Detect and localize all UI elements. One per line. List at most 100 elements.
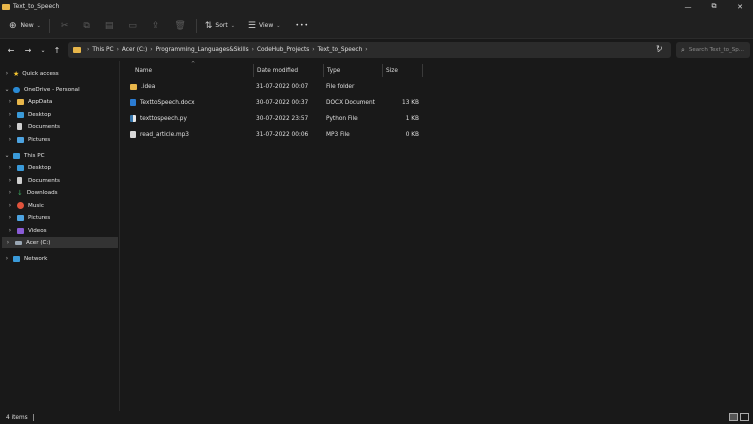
chevron-down-icon: ⌄ [230, 22, 235, 29]
breadcrumb-this-pc[interactable]: This PC [92, 47, 113, 53]
table-row[interactable]: .idea 31-07-2022 00:07 File folder [127, 80, 427, 93]
new-button[interactable]: ⊕ New ⌄ [9, 17, 41, 35]
table-row[interactable]: TexttoSpeech.docx 30-07-2022 00:37 DOCX … [127, 96, 427, 109]
delete-button[interactable]: 🗑 [174, 17, 185, 35]
sidebar-item-videos[interactable]: › Videos [4, 225, 47, 236]
address-bar[interactable]: › This PC › Acer (C:) › Programming_Lang… [68, 42, 671, 58]
breadcrumb-chevron-icon[interactable]: › [252, 47, 254, 53]
copy-button[interactable]: ⧉ [83, 17, 89, 35]
paste-button[interactable]: ▤ [105, 17, 114, 35]
chevron-down-icon[interactable]: ⌄ [4, 152, 10, 159]
sidebar-item-acer-c[interactable]: › Acer (C:) [2, 237, 118, 248]
column-header-date[interactable]: Date modified [257, 65, 298, 77]
breadcrumb-text-to-speech[interactable]: Text_to_Speech [318, 47, 363, 53]
chevron-right-icon[interactable]: › [7, 111, 13, 118]
chevron-right-icon[interactable]: › [7, 98, 13, 105]
chevron-right-icon[interactable]: › [7, 202, 13, 209]
file-name: .idea [141, 83, 156, 90]
share-button[interactable]: ⇪ [152, 17, 160, 35]
file-date: 30-07-2022 00:37 [256, 99, 309, 106]
sidebar-item-desktop[interactable]: › Desktop [4, 162, 51, 173]
sidebar-label: Desktop [28, 111, 52, 118]
column-divider[interactable] [253, 64, 254, 77]
video-icon [17, 227, 24, 234]
more-options-button[interactable]: ••• [295, 17, 309, 35]
window-controls: — ⧉ ✕ [675, 0, 753, 13]
chevron-right-icon[interactable]: › [7, 164, 13, 171]
rename-button[interactable]: ▭ [128, 17, 137, 35]
recent-locations-chevron-icon[interactable]: ⌄ [36, 47, 50, 54]
breadcrumb-programming[interactable]: Programming_Languages&Skills [156, 47, 249, 53]
folder-icon [73, 47, 81, 53]
sidebar-item-onedrive[interactable]: ⌄ OneDrive - Personal [4, 84, 79, 95]
details-view-icon[interactable] [729, 413, 738, 421]
pictures-icon [17, 214, 24, 221]
chevron-down-icon[interactable]: ⌄ [4, 86, 10, 93]
sort-label: Sort [215, 22, 228, 29]
plus-circle-icon: ⊕ [9, 20, 17, 31]
chevron-right-icon[interactable]: › [4, 255, 10, 262]
sidebar-item-quick-access[interactable]: › ★ Quick access [4, 68, 59, 79]
audio-file-icon [130, 131, 136, 138]
large-icons-view-icon[interactable] [740, 413, 749, 421]
chevron-right-icon[interactable]: › [7, 177, 13, 184]
search-box[interactable]: ⌕ Search Text_to_Sp... [676, 42, 750, 58]
maximize-button[interactable]: ⧉ [701, 0, 727, 13]
file-name: read_article.mp3 [140, 131, 189, 138]
sidebar-item-music[interactable]: › Music [4, 200, 44, 211]
file-date: 31-07-2022 00:07 [256, 83, 309, 90]
chevron-right-icon[interactable]: › [4, 70, 10, 77]
breadcrumb-chevron-icon[interactable]: › [365, 47, 367, 53]
sidebar-item-documents[interactable]: › Documents [4, 175, 60, 186]
view-toggles [727, 413, 749, 421]
cut-button[interactable]: ✂ [61, 17, 69, 35]
view-label: View [258, 22, 274, 29]
sidebar-label: Acer (C:) [26, 239, 51, 246]
chevron-right-icon[interactable]: › [5, 239, 11, 246]
desktop-icon [17, 164, 24, 171]
download-arrow-icon: ↓ [17, 188, 23, 197]
breadcrumb-acer-c[interactable]: Acer (C:) [122, 47, 147, 53]
sidebar-item-network[interactable]: › Network [4, 253, 48, 264]
column-divider[interactable] [382, 64, 383, 77]
table-row[interactable]: texttospeech.py 30-07-2022 23:57 Python … [127, 112, 427, 125]
column-header-size[interactable]: Size [386, 65, 398, 77]
chevron-right-icon[interactable]: › [7, 227, 13, 234]
divider [48, 18, 50, 33]
file-date: 30-07-2022 23:57 [256, 115, 309, 122]
sort-button[interactable]: ⇅ Sort ⌄ [205, 17, 235, 35]
sidebar-item-appdata[interactable]: › AppData [4, 96, 53, 107]
chevron-right-icon[interactable]: › [7, 189, 13, 196]
close-button[interactable]: ✕ [727, 0, 753, 13]
column-header-type[interactable]: Type [327, 65, 340, 77]
sidebar-item-this-pc[interactable]: ⌄ This PC [4, 150, 44, 161]
sidebar-item-downloads[interactable]: › ↓ Downloads [4, 187, 58, 198]
chevron-right-icon[interactable]: › [7, 123, 13, 130]
breadcrumb-chevron-icon[interactable]: › [150, 47, 152, 53]
view-button[interactable]: ☰ View ⌄ [248, 17, 281, 35]
sidebar-item-onedrive-documents[interactable]: › Documents [4, 121, 60, 132]
chevron-right-icon[interactable]: › [7, 214, 13, 221]
breadcrumb-chevron-icon[interactable]: › [117, 47, 119, 53]
minimize-button[interactable]: — [675, 0, 701, 13]
column-divider[interactable] [323, 64, 324, 77]
breadcrumb-codehub[interactable]: CodeHub_Projects [257, 47, 309, 53]
table-row[interactable]: read_article.mp3 31-07-2022 00:06 MP3 Fi… [127, 128, 427, 141]
breadcrumb-chevron-icon[interactable]: › [312, 47, 314, 53]
sidebar-item-onedrive-desktop[interactable]: › Desktop [4, 109, 51, 120]
refresh-icon[interactable]: ↻ [656, 44, 663, 53]
sort-ascending-icon: ^ [191, 61, 196, 67]
back-arrow-icon[interactable]: ← [4, 46, 18, 55]
column-divider[interactable] [422, 64, 423, 77]
new-label: New [20, 22, 34, 29]
up-arrow-icon[interactable]: ↑ [50, 46, 64, 55]
breadcrumb-chevron-icon[interactable]: › [87, 47, 89, 53]
forward-arrow-icon[interactable]: → [21, 46, 35, 55]
chevron-right-icon[interactable]: › [7, 136, 13, 143]
column-header-name[interactable]: Name [135, 65, 152, 77]
document-icon [17, 123, 22, 130]
scissors-icon: ✂ [60, 20, 69, 31]
sidebar-item-pictures[interactable]: › Pictures [4, 212, 50, 223]
sidebar-item-onedrive-pictures[interactable]: › Pictures [4, 134, 50, 145]
document-icon [17, 177, 22, 184]
